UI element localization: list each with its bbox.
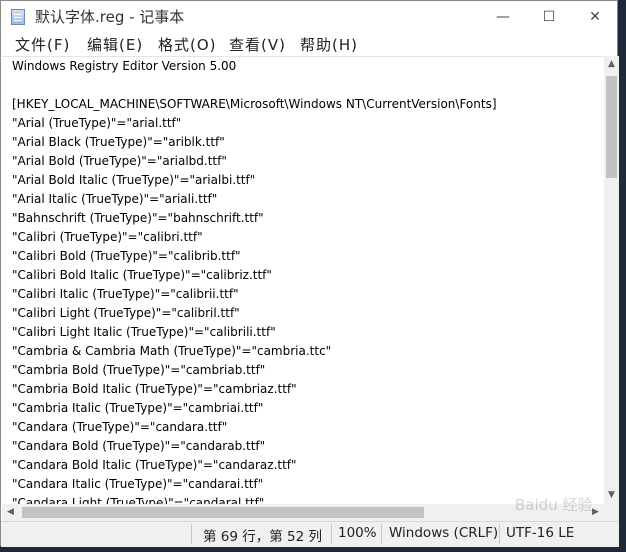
baidu-watermark: Baidu 经验 [515,494,615,518]
text-line[interactable]: "Arial Italic (TrueType)"="ariali.ttf" [2,190,604,209]
text-line[interactable]: "Arial Bold Italic (TrueType)"="arialbi.… [2,171,604,190]
text-line[interactable]: "Cambria & Cambria Math (TrueType)"="cam… [2,342,604,361]
menu-file[interactable]: 文件(F) [15,34,70,55]
text-encoding: UTF-16 LE [506,525,575,541]
maximize-button[interactable]: ☐ [526,1,572,32]
text-line[interactable]: "Candara (TrueType)"="candara.ttf" [2,418,604,437]
text-line[interactable]: "Cambria Bold Italic (TrueType)"="cambri… [2,380,604,399]
zoom-level: 100% [338,525,377,541]
text-line[interactable]: "Calibri Light Italic (TrueType)"="calib… [2,323,604,342]
text-line[interactable]: "Cambria Italic (TrueType)"="cambriai.tt… [2,399,604,418]
vertical-scroll-thumb[interactable] [606,76,617,178]
title-bar[interactable]: 默认字体.reg - 记事本 — ☐ ✕ [1,1,617,32]
text-line[interactable]: "Calibri Bold (TrueType)"="calibrib.ttf" [2,247,604,266]
status-divider [331,524,332,544]
text-line[interactable]: "Cambria Bold (TrueType)"="cambriab.ttf" [2,361,604,380]
text-line[interactable]: "Candara Bold Italic (TrueType)"="candar… [2,456,604,475]
minimize-button[interactable]: — [480,1,526,32]
status-bar: 第 69 行，第 52 列 100% Windows (CRLF) UTF-16… [1,521,619,547]
notepad-icon [11,9,25,25]
text-line[interactable]: Windows Registry Editor Version 5.00 [2,57,604,76]
text-line[interactable]: "Calibri Italic (TrueType)"="calibrii.tt… [2,285,604,304]
horizontal-scrollbar[interactable]: ◀ ▶ [2,504,604,521]
menu-view[interactable]: 查看(V) [229,34,286,55]
text-line[interactable]: "Arial (TrueType)"="arial.ttf" [2,114,604,133]
text-line[interactable]: "Arial Black (TrueType)"="ariblk.ttf" [2,133,604,152]
text-line[interactable]: "Arial Bold (TrueType)"="arialbd.ttf" [2,152,604,171]
watermark-text: Baidu 经验 [515,496,593,514]
status-divider [191,524,192,544]
horizontal-scroll-thumb[interactable] [22,507,424,518]
text-editor[interactable]: Windows Registry Editor Version 5.00 [HKE… [2,56,604,505]
menu-format[interactable]: 格式(O) [158,34,217,55]
notepad-window: 默认字体.reg - 记事本 — ☐ ✕ 文件(F) 编辑(E) 格式(O) 查… [0,0,619,547]
text-line[interactable]: "Calibri Bold Italic (TrueType)"="calibr… [2,266,604,285]
scroll-up-icon[interactable]: ▲ [604,56,619,73]
text-line[interactable]: "Calibri (TrueType)"="calibri.ttf" [2,228,604,247]
status-divider [381,524,382,544]
text-line[interactable] [2,76,604,95]
text-line[interactable]: "Candara Italic (TrueType)"="candarai.tt… [2,475,604,494]
vertical-scrollbar[interactable]: ▲ ▼ [604,56,619,504]
text-line[interactable]: [HKEY_LOCAL_MACHINE\SOFTWARE\Microsoft\W… [2,95,604,114]
close-button[interactable]: ✕ [572,1,618,32]
status-divider [499,524,500,544]
window-title: 默认字体.reg - 记事本 [35,8,185,26]
menu-help[interactable]: 帮助(H) [300,34,358,55]
text-line[interactable]: "Candara Bold (TrueType)"="candarab.ttf" [2,437,604,456]
text-line[interactable]: "Bahnschrift (TrueType)"="bahnschrift.tt… [2,209,604,228]
menu-edit[interactable]: 编辑(E) [87,34,143,55]
menu-bar: 文件(F) 编辑(E) 格式(O) 查看(V) 帮助(H) [1,32,617,56]
line-ending: Windows (CRLF) [389,525,499,541]
cursor-position: 第 69 行，第 52 列 [203,529,323,545]
scroll-left-icon[interactable]: ◀ [2,504,19,521]
text-line[interactable]: "Calibri Light (TrueType)"="calibril.ttf… [2,304,604,323]
